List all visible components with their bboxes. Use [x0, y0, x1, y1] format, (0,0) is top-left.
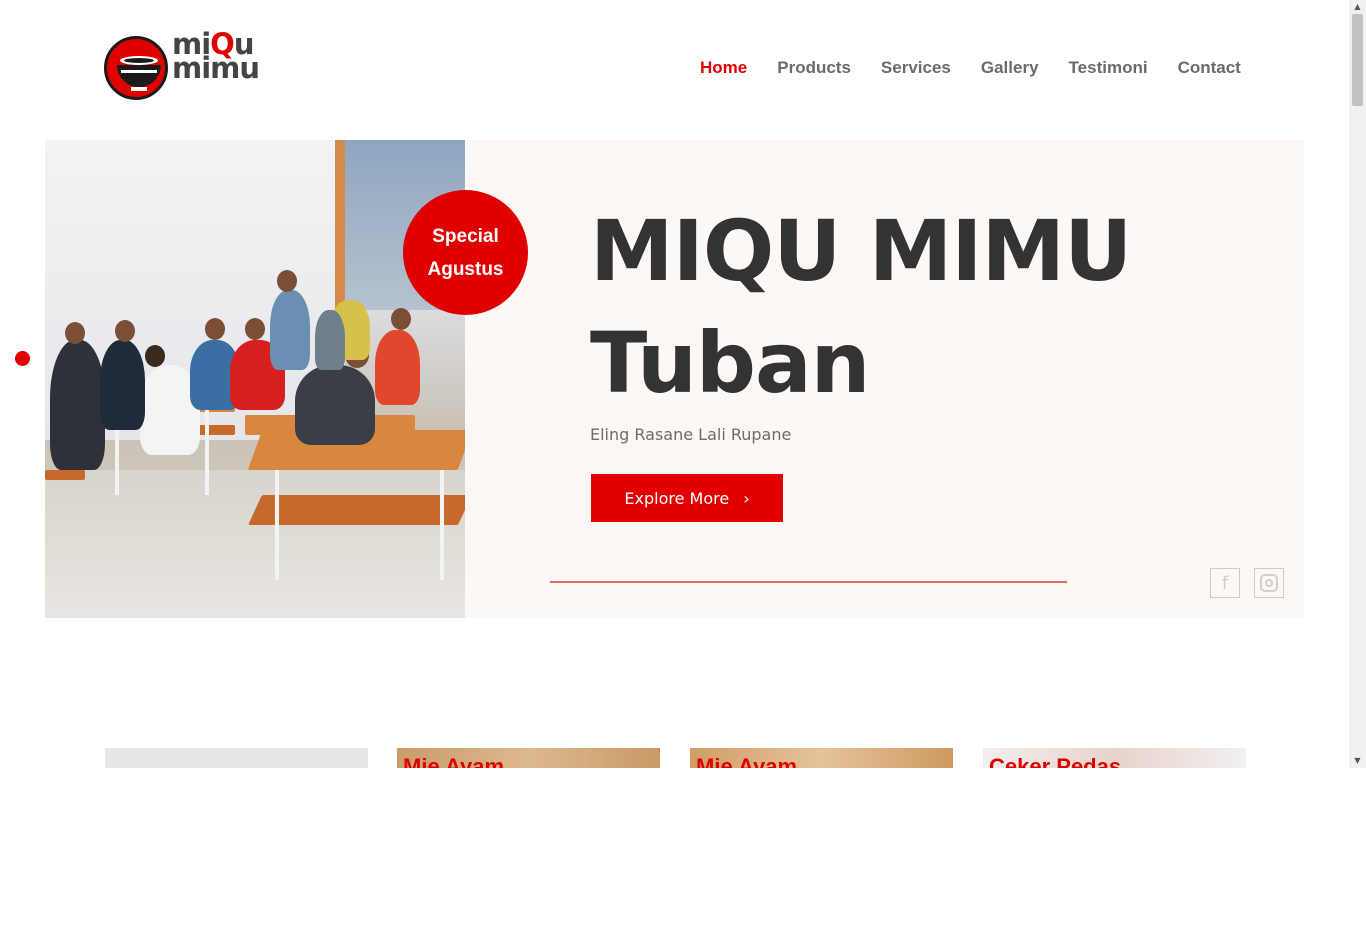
slide-indicator-dot[interactable]: [15, 351, 30, 366]
site-logo[interactable]: miQu mimu: [104, 30, 260, 102]
nav-contact[interactable]: Contact: [1178, 58, 1241, 78]
product-card[interactable]: Mie Ayam: [397, 748, 660, 768]
scroll-down-arrow-icon[interactable]: ▼: [1349, 754, 1366, 768]
chevron-right-icon: ›: [743, 488, 750, 508]
vertical-scrollbar[interactable]: ▲ ▼: [1349, 0, 1366, 768]
hero-tagline: Eling Rasane Lali Rupane: [590, 425, 792, 444]
browser-viewport: miQu mimu Home Products Services Gallery…: [0, 0, 1366, 768]
special-badge: Special Agustus: [403, 190, 528, 315]
bowl-icon: [104, 36, 168, 100]
instagram-icon[interactable]: [1254, 568, 1284, 598]
facebook-icon[interactable]: f: [1210, 568, 1240, 598]
hero-title: MIQU MIMU Tuban: [590, 195, 1132, 419]
nav-services[interactable]: Services: [881, 58, 951, 78]
explore-more-label: Explore More: [624, 488, 730, 508]
scroll-up-arrow-icon[interactable]: ▲: [1349, 0, 1366, 14]
badge-line1: Special: [432, 225, 499, 247]
hero-section: Special Agustus MIQU MIMU Tuban Eling Ra…: [45, 140, 1304, 618]
hero-title-line2: Tuban: [590, 314, 870, 412]
badge-line2: Agustus: [427, 258, 504, 280]
product-card[interactable]: [105, 748, 368, 768]
product-card[interactable]: Mie Ayam: [690, 748, 953, 768]
scrollbar-thumb[interactable]: [1352, 14, 1363, 106]
product-card-label: Mie Ayam: [403, 754, 505, 768]
explore-more-button[interactable]: Explore More ›: [591, 474, 783, 522]
nav-testimoni[interactable]: Testimoni: [1069, 58, 1148, 78]
hero-divider: [550, 581, 1067, 583]
nav-home[interactable]: Home: [700, 58, 747, 78]
restaurant-photo: [45, 140, 465, 618]
product-card-label: Mie Ayam: [696, 754, 798, 768]
product-card-label: Ceker Pedas: [989, 754, 1122, 768]
hero-title-line1: MIQU MIMU: [590, 202, 1132, 300]
nav-products[interactable]: Products: [777, 58, 851, 78]
product-card[interactable]: Ceker Pedas: [983, 748, 1246, 768]
nav-gallery[interactable]: Gallery: [981, 58, 1039, 78]
logo-wordmark: miQu mimu: [172, 27, 260, 85]
main-navigation: Home Products Services Gallery Testimoni…: [700, 58, 1271, 78]
